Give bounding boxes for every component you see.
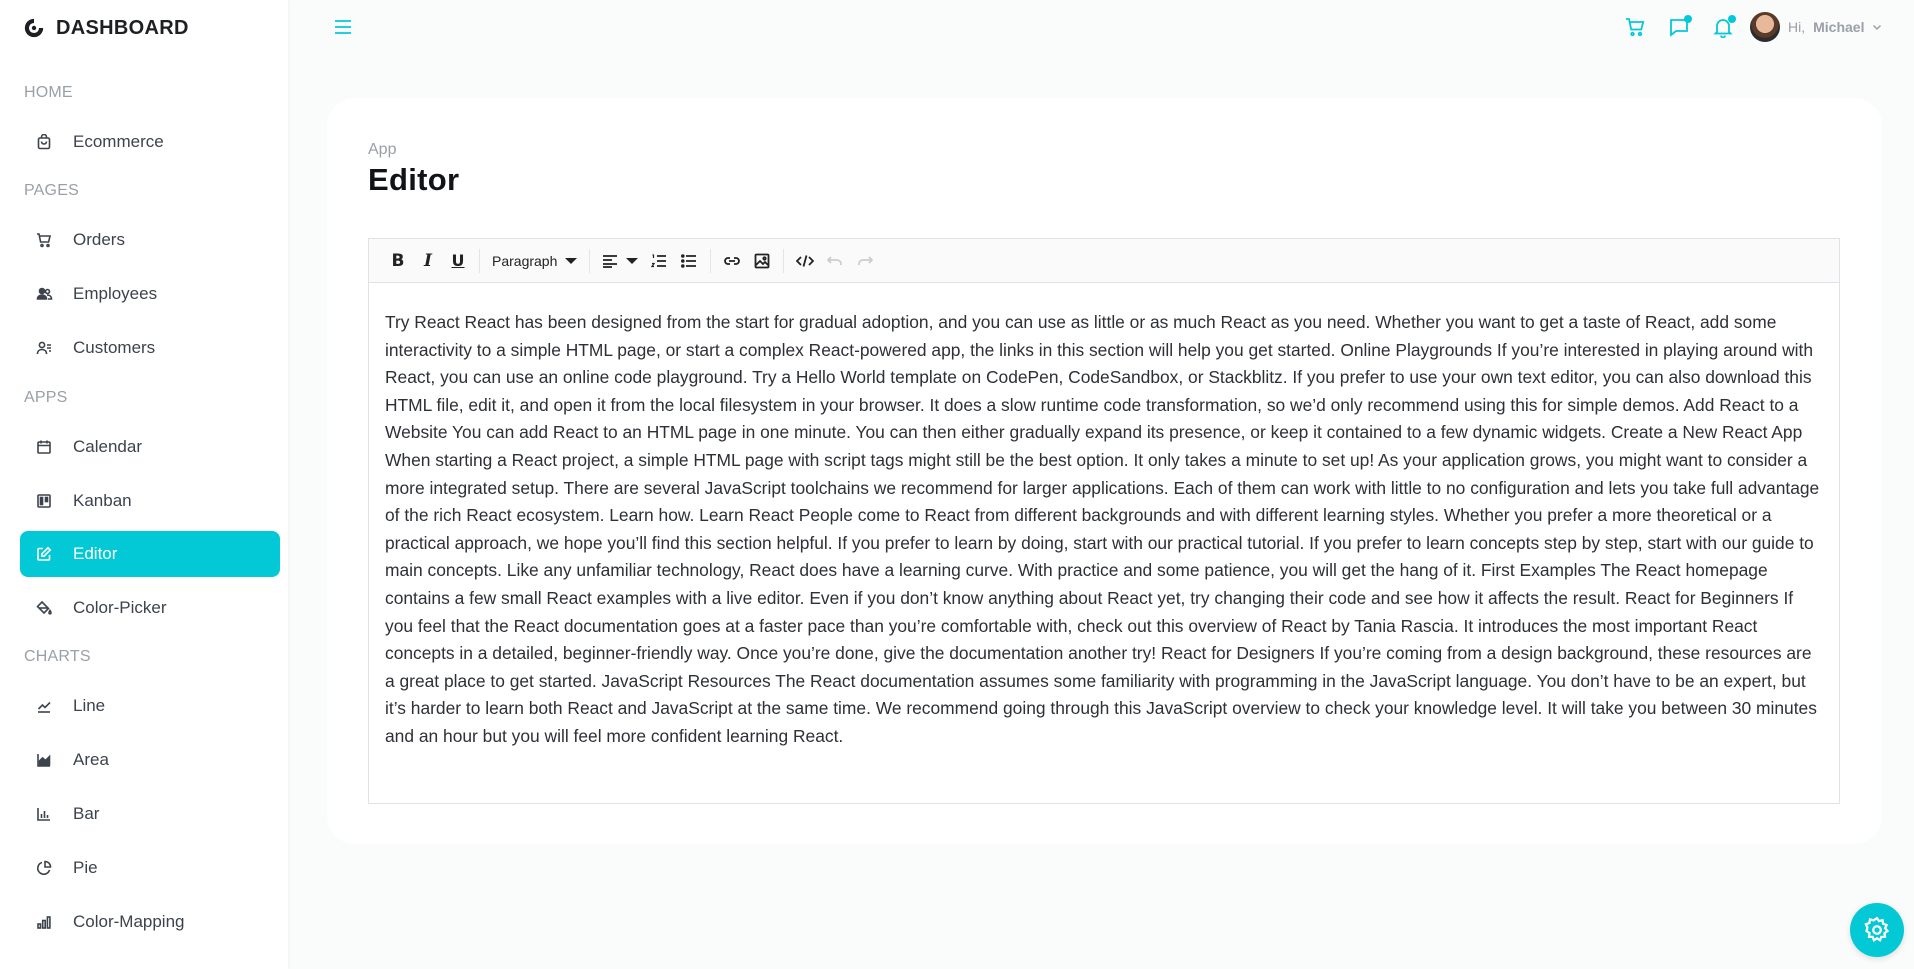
sidebar-item-ecommerce[interactable]: Ecommerce — [20, 119, 280, 165]
brand-logo-icon — [22, 16, 46, 40]
ordered-list-icon — [651, 253, 667, 267]
sidebar-item-label: Area — [73, 750, 109, 769]
sidebar-item-label: Bar — [73, 804, 100, 823]
unordered-list-button[interactable] — [674, 246, 704, 276]
sidebar-item-customers[interactable]: Customers — [20, 325, 280, 371]
paragraph-format-select[interactable]: Paragraph — [486, 246, 583, 276]
editor-content-area[interactable]: Try React React has been designed from t… — [369, 283, 1839, 751]
brand-link[interactable]: DASHBOARD — [22, 15, 189, 41]
sidebar-item-employees[interactable]: Employees — [20, 271, 280, 317]
menu-icon — [335, 20, 351, 34]
sidebar-item-label: Kanban — [73, 491, 132, 510]
menu-toggle-button[interactable] — [332, 16, 354, 38]
editor-toolbar: B I U Paragraph — [369, 239, 1839, 283]
align-left-icon — [603, 254, 618, 268]
sidebar-item-label: Orders — [73, 230, 125, 249]
section-title-pages: PAGES — [24, 182, 79, 199]
cart-icon — [1626, 18, 1645, 37]
ordered-list-button[interactable] — [644, 246, 674, 276]
sidebar-item-label: Customers — [73, 338, 156, 357]
sidebar-item-calendar[interactable]: Calendar — [20, 424, 280, 470]
page-title: Editor — [368, 162, 460, 197]
redo-icon — [858, 255, 874, 265]
sidebar-item-kanban[interactable]: Kanban — [20, 478, 280, 524]
sidebar-item-label: Color-Mapping — [73, 912, 185, 931]
settings-button[interactable] — [1850, 903, 1904, 957]
section-title-charts: CHARTS — [24, 648, 91, 665]
sidebar-item-line[interactable]: Line — [20, 683, 280, 729]
source-code-button[interactable] — [790, 246, 820, 276]
chevron-down-icon — [1873, 24, 1882, 31]
edit-icon — [35, 545, 53, 563]
sidebar: DASHBOARD HOME Ecommerce PAGES Orders Em… — [0, 0, 288, 969]
brand-name: DASHBOARD — [56, 16, 189, 39]
kanban-icon — [35, 492, 53, 510]
caret-down-icon — [565, 257, 578, 264]
caret-down-icon — [626, 257, 639, 264]
cart-icon — [35, 231, 53, 249]
user-profile-menu[interactable]: Hi, Michael — [1750, 11, 1882, 43]
calendar-icon — [35, 438, 53, 456]
section-title-home: HOME — [24, 84, 73, 101]
undo-icon — [827, 255, 843, 265]
sidebar-item-label: Color-Picker — [73, 598, 167, 617]
sidebar-item-label: Line — [73, 696, 106, 715]
cart-button[interactable] — [1622, 14, 1648, 40]
sidebar-item-label: Ecommerce — [73, 132, 164, 151]
link-icon — [724, 256, 741, 265]
sidebar-item-label: Calendar — [73, 437, 142, 456]
toolbar-divider — [710, 248, 712, 273]
toolbar-divider — [783, 248, 785, 273]
line-chart-icon — [35, 697, 53, 715]
bar-chart-icon — [35, 805, 53, 823]
sidebar-item-label: Editor — [73, 544, 118, 563]
avatar — [1750, 12, 1780, 42]
chat-button[interactable] — [1666, 14, 1692, 40]
undo-button[interactable] — [820, 246, 850, 276]
italic-button[interactable]: I — [413, 246, 443, 276]
chat-notification-dot — [1684, 15, 1692, 23]
bullet-list-icon — [681, 253, 697, 268]
alignment-select[interactable] — [596, 246, 644, 276]
stock-chart-icon — [35, 913, 53, 931]
underline-button[interactable]: U — [443, 246, 473, 276]
paint-bucket-icon — [35, 599, 53, 617]
breadcrumb: App — [368, 141, 397, 158]
code-icon — [796, 254, 815, 267]
area-chart-icon — [35, 751, 53, 769]
gear-icon — [1864, 916, 1890, 942]
sidebar-item-orders[interactable]: Orders — [20, 217, 280, 263]
insert-link-button[interactable] — [717, 246, 747, 276]
redo-button[interactable] — [850, 246, 880, 276]
toolbar-divider — [479, 248, 480, 273]
paragraph-format-value: Paragraph — [492, 252, 558, 269]
bold-button[interactable]: B — [383, 246, 413, 276]
insert-image-button[interactable] — [747, 246, 777, 276]
user-name: Michael — [1813, 19, 1865, 35]
notification-dot — [1728, 15, 1736, 23]
sidebar-item-editor[interactable]: Editor — [20, 531, 280, 577]
section-title-apps: APPS — [24, 389, 68, 406]
pie-chart-icon — [35, 859, 53, 877]
notification-button[interactable] — [1710, 14, 1736, 40]
user-list-icon — [35, 339, 53, 357]
greeting-text: Hi, — [1788, 19, 1806, 35]
image-icon — [754, 253, 770, 268]
sidebar-item-color-picker[interactable]: Color-Picker — [20, 585, 280, 631]
shopping-bag-icon — [35, 133, 53, 151]
rich-text-editor: B I U Paragraph Try React React has been… — [368, 238, 1840, 804]
sidebar-item-label: Employees — [73, 284, 158, 303]
sidebar-item-pie[interactable]: Pie — [20, 845, 280, 891]
sidebar-item-color-mapping[interactable]: Color-Mapping — [20, 899, 280, 945]
sidebar-item-bar[interactable]: Bar — [20, 791, 280, 837]
sidebar-item-label: Pie — [73, 858, 98, 877]
sidebar-item-area[interactable]: Area — [20, 737, 280, 783]
people-icon — [35, 285, 53, 303]
toolbar-divider — [589, 248, 591, 273]
